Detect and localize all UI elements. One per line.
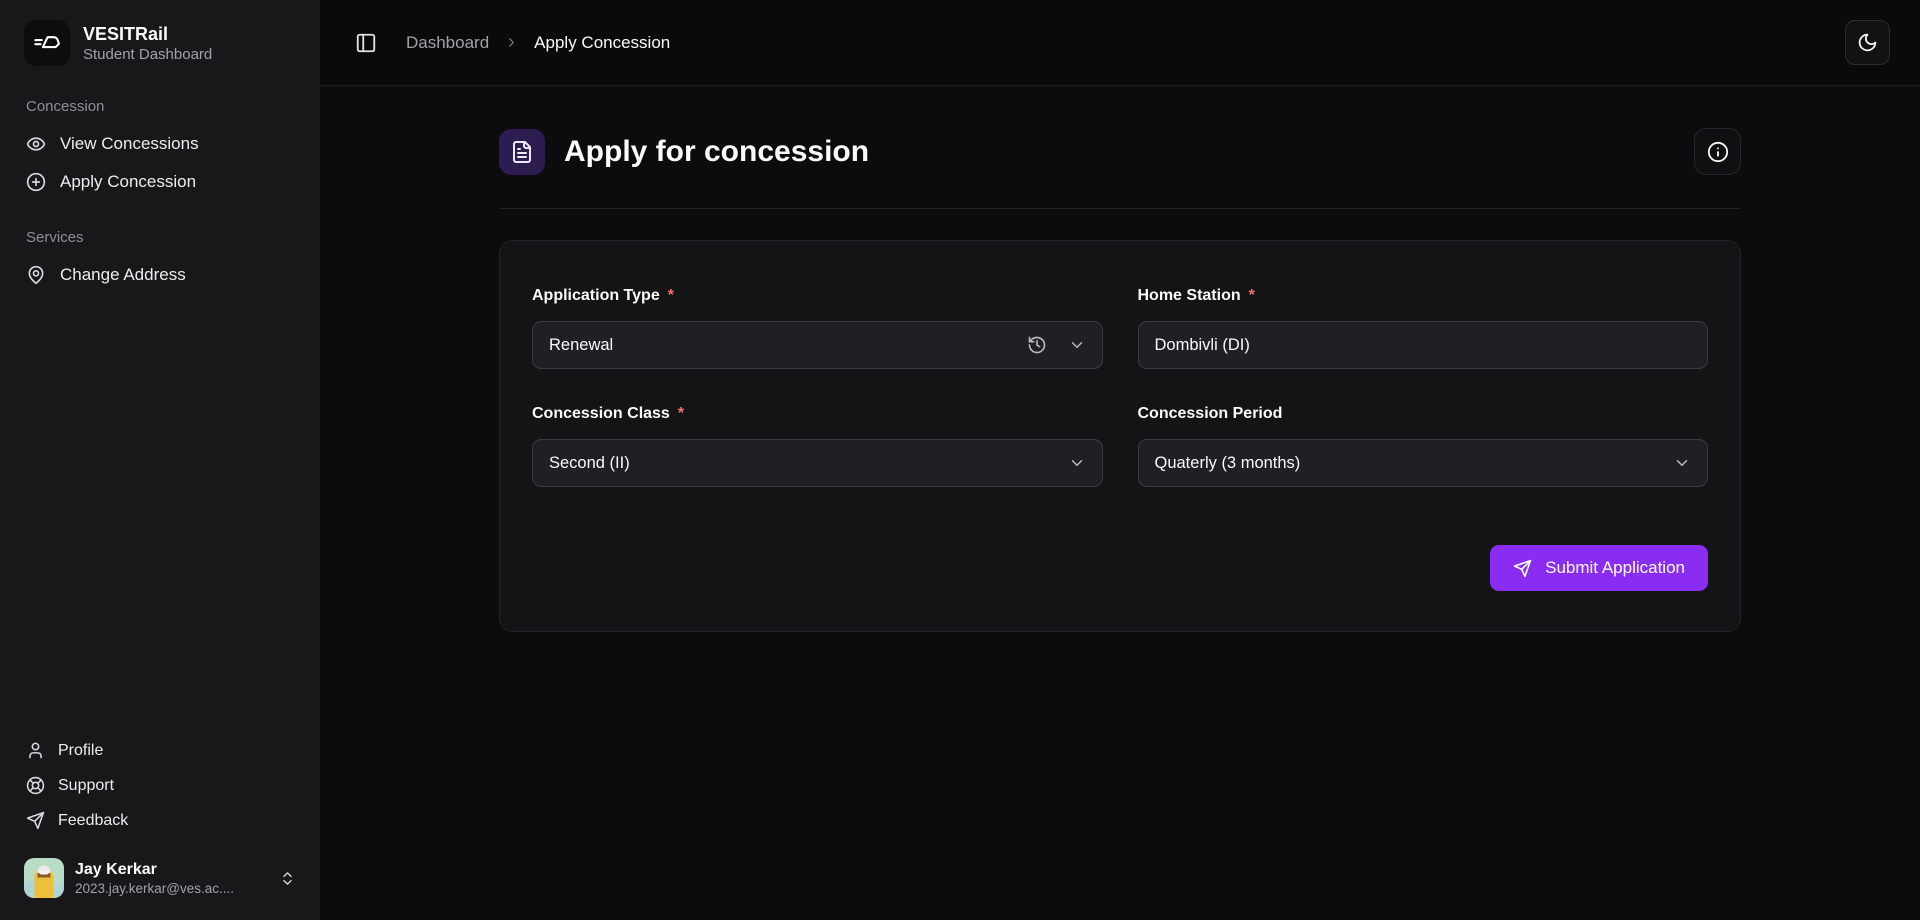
brand-title: VESITRail <box>83 23 212 46</box>
select-value: Second (II) <box>549 454 630 473</box>
field-label: Concession Class * <box>532 405 1103 423</box>
sidebar-item-apply-concession[interactable]: Apply Concession <box>16 163 304 201</box>
footer-item-label: Profile <box>58 742 103 760</box>
content: Apply for concession <box>320 86 1920 920</box>
circle-plus-icon <box>26 172 46 192</box>
required-asterisk: * <box>678 405 684 423</box>
select-value: Quaterly (3 months) <box>1155 454 1301 473</box>
sidebar-item-label: Change Address <box>60 265 186 285</box>
application-type-select[interactable]: Renewal <box>532 321 1103 369</box>
sidebar-item-change-address[interactable]: Change Address <box>16 256 304 294</box>
section-label-concession: Concession <box>16 98 304 115</box>
chevron-down-icon <box>1068 336 1086 354</box>
sidebar-toggle-button[interactable] <box>348 25 384 61</box>
field-trailing-icons <box>1068 454 1086 472</box>
concession-class-select[interactable]: Second (II) <box>532 439 1103 487</box>
sidebar-item-label: View Concessions <box>60 134 199 154</box>
sidebar-spacer <box>16 294 304 733</box>
concession-period-select[interactable]: Quaterly (3 months) <box>1138 439 1709 487</box>
breadcrumb-link-dashboard[interactable]: Dashboard <box>406 33 489 53</box>
submit-row: Submit Application <box>532 545 1708 591</box>
send-icon <box>1513 559 1532 578</box>
submit-button-label: Submit Application <box>1545 558 1685 578</box>
panel-left-icon <box>355 32 377 54</box>
field-label: Home Station * <box>1138 287 1709 305</box>
required-asterisk: * <box>668 287 674 305</box>
select-value: Renewal <box>549 336 613 355</box>
topbar: Dashboard Apply Concession <box>320 0 1920 86</box>
brand-text: VESITRail Student Dashboard <box>83 23 212 63</box>
footer-item-label: Support <box>58 777 114 795</box>
brand-subtitle: Student Dashboard <box>83 46 212 63</box>
required-asterisk: * <box>1249 287 1255 305</box>
chevron-right-icon <box>504 35 519 50</box>
submit-application-button[interactable]: Submit Application <box>1490 545 1708 591</box>
life-buoy-icon <box>26 776 45 795</box>
sidebar-item-label: Apply Concession <box>60 172 196 192</box>
breadcrumb-current: Apply Concession <box>534 33 670 53</box>
page-container: Apply for concession <box>499 128 1741 632</box>
eye-icon <box>26 134 46 154</box>
page-header: Apply for concession <box>499 128 1741 175</box>
info-icon <box>1707 141 1729 163</box>
section-label-services: Services <box>16 229 304 246</box>
field-label-text: Home Station <box>1138 287 1241 305</box>
chevron-down-icon <box>1068 454 1086 472</box>
sidebar-item-view-concessions[interactable]: View Concessions <box>16 125 304 163</box>
field-concession-period: Concession Period Quaterly (3 months) <box>1138 405 1709 487</box>
brand[interactable]: VESITRail Student Dashboard <box>16 16 304 70</box>
field-label: Concession Period <box>1138 405 1709 423</box>
sidebar: VESITRail Student Dashboard Concession V… <box>0 0 320 920</box>
avatar <box>24 858 64 898</box>
send-icon <box>26 811 45 830</box>
sidebar-item-profile[interactable]: Profile <box>16 733 304 768</box>
sidebar-item-support[interactable]: Support <box>16 768 304 803</box>
user-icon <box>26 741 45 760</box>
history-icon <box>1027 335 1047 355</box>
field-label-text: Concession Class <box>532 405 670 423</box>
theme-toggle-button[interactable] <box>1845 20 1890 65</box>
moon-icon <box>1857 32 1878 53</box>
sidebar-item-feedback[interactable]: Feedback <box>16 803 304 838</box>
field-application-type: Application Type * Renewal <box>532 287 1103 369</box>
field-trailing-icons <box>1027 335 1086 355</box>
field-label-text: Concession Period <box>1138 405 1283 423</box>
section-divider <box>499 208 1741 209</box>
user-info: Jay Kerkar 2023.jay.kerkar@ves.ac.... <box>75 860 234 896</box>
field-label-text: Application Type <box>532 287 660 305</box>
main-area: Dashboard Apply Concession <box>320 0 1920 920</box>
page-title: Apply for concession <box>564 135 869 169</box>
field-label: Application Type * <box>532 287 1103 305</box>
input-value: Dombivli (DI) <box>1155 336 1250 355</box>
footer-item-label: Feedback <box>58 812 128 830</box>
field-home-station: Home Station * Dombivli (DI) <box>1138 287 1709 369</box>
train-icon <box>24 20 70 66</box>
map-pin-icon <box>26 265 46 285</box>
user-menu[interactable]: Jay Kerkar 2023.jay.kerkar@ves.ac.... <box>16 850 304 906</box>
chevrons-up-down-icon <box>279 870 296 887</box>
application-form-card: Application Type * Renewal <box>499 240 1741 632</box>
field-concession-class: Concession Class * Second (II) <box>532 405 1103 487</box>
breadcrumb: Dashboard Apply Concession <box>406 33 670 53</box>
home-station-input[interactable]: Dombivli (DI) <box>1138 321 1709 369</box>
user-email: 2023.jay.kerkar@ves.ac.... <box>75 881 234 896</box>
app-root: VESITRail Student Dashboard Concession V… <box>0 0 1920 920</box>
file-text-icon <box>499 129 545 175</box>
field-trailing-icons <box>1673 454 1691 472</box>
form-grid: Application Type * Renewal <box>532 287 1708 487</box>
chevron-down-icon <box>1673 454 1691 472</box>
user-name: Jay Kerkar <box>75 860 234 881</box>
info-button[interactable] <box>1694 128 1741 175</box>
